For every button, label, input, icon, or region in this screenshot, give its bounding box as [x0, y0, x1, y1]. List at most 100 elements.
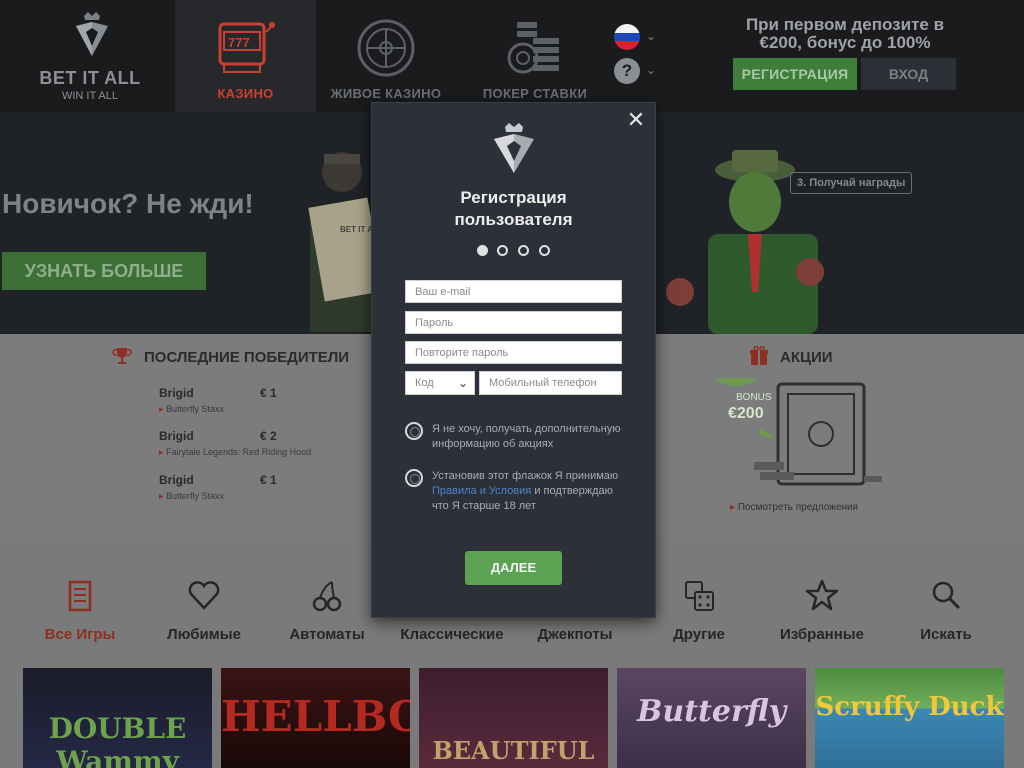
game-title: Butterfly — [636, 694, 787, 729]
category-search[interactable]: Искать — [891, 578, 1001, 643]
logo-title: BET IT ALL — [39, 68, 141, 88]
winner-name: Brigid — [159, 473, 194, 487]
nav-live-label: ЖИВОЕ КАЗИНО — [330, 86, 442, 101]
star-icon — [805, 579, 839, 611]
category-label: Классические — [400, 626, 504, 643]
trophy-icon — [112, 348, 132, 364]
chevron-down-icon: ⌄ — [457, 376, 468, 390]
opt-out-label: Я не хочу, получать дополнительную инфор… — [432, 423, 621, 450]
winner-game-link[interactable]: Butterfly Staxx — [159, 491, 224, 502]
roulette-icon — [357, 19, 415, 77]
category-label: Джекпоты — [537, 626, 613, 643]
nav-poker[interactable]: ПОКЕР СТАВКИ — [470, 0, 600, 112]
next-button[interactable]: ДАЛЕЕ — [465, 551, 562, 585]
game-title: HELLBOY — [221, 692, 410, 741]
country-code-select[interactable]: Код ⌄ — [405, 371, 475, 395]
safe-illustration[interactable]: BONUS €200 — [714, 378, 884, 498]
game-tile-double-wammy[interactable]: DOUBLE Wammy — [23, 668, 212, 768]
logo-subtitle: WIN IT ALL — [61, 90, 119, 102]
winner-amount: € 2 — [260, 429, 277, 443]
game-tile-scruffy-duck[interactable]: Scruffy Duck — [815, 668, 1004, 768]
view-offers-link[interactable]: Посмотреть предложения — [730, 502, 858, 513]
phone-field[interactable] — [479, 371, 622, 395]
winner-amount: € 1 — [260, 386, 277, 400]
game-tile-beautiful-bones[interactable]: BEAUTIFUL — [419, 668, 608, 768]
modal-title-line2: пользователя — [454, 210, 573, 229]
diamond-crown-icon — [76, 12, 108, 56]
nav-casino[interactable]: 777 КАЗИНО — [175, 0, 316, 112]
language-selector[interactable]: ⌄ — [614, 24, 658, 52]
diamond-crown-icon — [494, 123, 534, 173]
winner-amount: € 1 — [260, 473, 277, 487]
gangster-illustration — [666, 150, 824, 334]
repeat-password-field[interactable] — [405, 341, 622, 364]
modal-title: Регистрация пользователя — [372, 187, 655, 231]
all-games-icon — [68, 580, 92, 612]
step-dot-active — [477, 245, 488, 256]
site-logo[interactable]: BET IT ALL WIN IT ALL — [30, 10, 150, 102]
nav-casino-label: КАЗИНО — [217, 86, 274, 101]
terms-checkbox[interactable] — [405, 469, 423, 487]
step-dot — [539, 245, 550, 256]
character-illustration: BET IT ALL — [308, 152, 380, 332]
category-label: Автоматы — [289, 626, 365, 643]
login-button[interactable]: ВХОД — [861, 58, 956, 90]
password-field[interactable] — [405, 311, 622, 334]
step-dot — [518, 245, 529, 256]
game-tile-hellboy[interactable]: HELLBOY — [221, 668, 410, 768]
help-icon: ? — [614, 58, 640, 84]
modal-title-line1: Регистрация — [460, 188, 567, 207]
register-button[interactable]: РЕГИСТРАЦИЯ — [733, 58, 857, 90]
deposit-promo-text: При первом депозите в €200, бонус до 100… — [745, 15, 945, 52]
chevron-down-icon: ⌄ — [646, 63, 657, 77]
category-label: Любимые — [167, 626, 241, 643]
winner-name: Brigid — [159, 386, 194, 400]
russian-flag-icon — [614, 24, 640, 50]
category-favorites[interactable]: Любимые — [149, 578, 259, 643]
winners-heading: ПОСЛЕДНИЕ ПОБЕДИТЕЛИ — [144, 349, 350, 366]
dice-icon — [685, 581, 714, 611]
poker-chips-icon — [507, 22, 559, 74]
game-tile-butterfly-staxx[interactable]: Butterfly — [617, 668, 806, 768]
email-field[interactable] — [405, 280, 622, 303]
category-other[interactable]: Другие — [644, 578, 754, 643]
heart-icon — [188, 581, 220, 610]
games-grid: DOUBLE Wammy HELLBOY BEAUTIFUL Butterfly… — [0, 666, 1024, 768]
nav-poker-label: ПОКЕР СТАВКИ — [482, 86, 588, 101]
category-all-games[interactable]: Все Игры — [25, 578, 135, 643]
promo-opt-out-option: Я не хочу, получать дополнительную инфор… — [405, 422, 630, 454]
slot-machine-icon: 777 — [218, 22, 275, 73]
chevron-down-icon: ⌄ — [646, 29, 657, 43]
help-selector[interactable]: ? ⌄ — [614, 58, 658, 86]
gift-icon — [750, 346, 768, 365]
category-featured[interactable]: Избранные — [767, 578, 877, 643]
nav-live-casino[interactable]: ЖИВОЕ КАЗИНО — [330, 0, 442, 112]
category-label: Искать — [920, 626, 972, 643]
game-title: BEAUTIFUL — [432, 736, 595, 765]
category-slots[interactable]: Автоматы — [272, 578, 382, 643]
country-code-placeholder: Код — [415, 377, 434, 389]
top-header: BET IT ALL WIN IT ALL 777 КАЗИНО ЖИВОЕ К… — [0, 0, 1024, 112]
opt-out-checkbox[interactable] — [405, 422, 423, 440]
winner-game-link[interactable]: Butterfly Staxx — [159, 404, 224, 415]
bonus-label: BONUS — [736, 392, 772, 403]
terms-label: Установив этот флажок Я принимаю Правила… — [432, 469, 630, 514]
registration-modal: ✕ Регистрация пользователя Код ⌄ Я не хо… — [371, 102, 656, 618]
hero-step-label: 3. Получай награды — [790, 172, 913, 194]
category-label: Избранные — [780, 626, 864, 643]
terms-prefix: Установив этот флажок Я принимаю — [432, 470, 619, 482]
step-indicator — [477, 245, 557, 257]
hero-title: Новичок? Не жди! — [2, 188, 254, 219]
category-label: Все Игры — [44, 626, 116, 643]
promotions-heading: АКЦИИ — [780, 349, 833, 366]
bonus-value: €200 — [728, 405, 764, 422]
terms-link[interactable]: Правила и Условия — [432, 485, 531, 497]
terms-option: Установив этот флажок Я принимаю Правила… — [405, 469, 630, 517]
winner-name: Brigid — [159, 429, 194, 443]
close-icon[interactable]: ✕ — [625, 109, 647, 131]
search-icon — [932, 581, 961, 610]
winner-game-link[interactable]: Fairytale Legends: Red Riding Hood — [159, 447, 311, 458]
cherries-icon — [312, 581, 342, 612]
category-label: Другие — [673, 626, 725, 643]
learn-more-button[interactable]: УЗНАТЬ БОЛЬШЕ — [2, 252, 206, 290]
